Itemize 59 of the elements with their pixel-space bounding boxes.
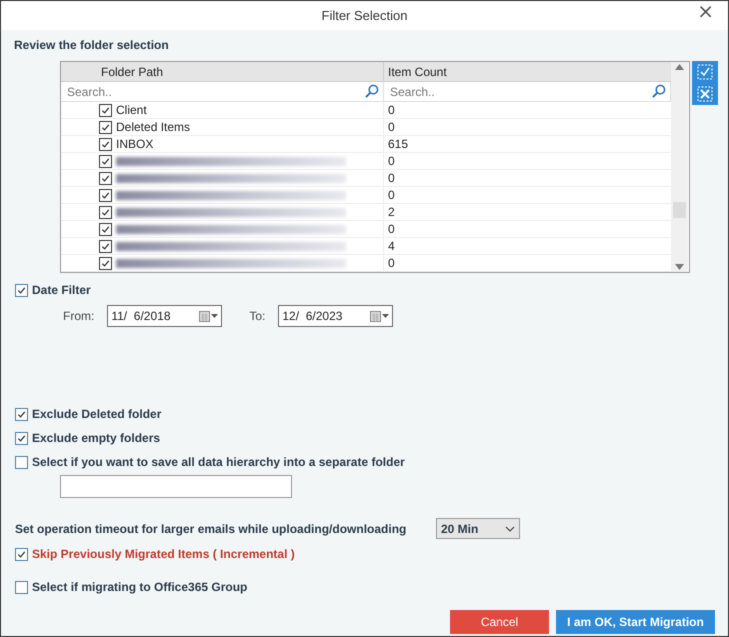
search-icon [651, 84, 666, 99]
checkbox[interactable] [15, 456, 28, 468]
item-count: 0 [387, 170, 395, 186]
folder-name: Client [116, 103, 147, 117]
window-title: Filter Selection [322, 8, 408, 23]
item-count: 4 [387, 238, 395, 254]
checkbox[interactable] [99, 206, 112, 218]
checkbox[interactable] [99, 240, 112, 252]
deselect-all-icon[interactable] [696, 85, 714, 103]
column-header[interactable]: Folder Path [61, 62, 384, 81]
item-count: 0 [387, 153, 395, 169]
date-picker[interactable]: 12/ 6/2023 [278, 305, 394, 327]
timeout-dropdown[interactable]: 20 Min [436, 518, 520, 539]
item-count: 2 [387, 204, 395, 220]
item-count: 0 [387, 221, 395, 237]
folder-name: Deleted Items [116, 120, 190, 134]
search-icon [364, 84, 379, 99]
close-button[interactable]: × [695, 1, 716, 23]
checkbox[interactable] [99, 104, 112, 116]
select-all-icon[interactable] [696, 63, 714, 81]
checkbox[interactable] [99, 172, 112, 184]
checkbox-label: Exclude Deleted folder [32, 407, 162, 421]
date-label: To: [249, 309, 266, 323]
checkbox[interactable] [15, 284, 28, 296]
checkbox[interactable] [15, 432, 28, 444]
item-count: 0 [387, 119, 395, 135]
checkbox-label: Select if migrating to Office365 Group [32, 580, 248, 594]
checkbox[interactable] [99, 222, 112, 236]
item-count: 0 [387, 187, 395, 203]
start-button[interactable]: I am OK, Start Migration [556, 610, 715, 634]
column-header[interactable]: Item Count [384, 62, 447, 81]
checkbox[interactable] [15, 548, 28, 560]
checkbox-label: Exclude empty folders [32, 431, 160, 445]
search-field[interactable]: Search.. [65, 84, 364, 100]
folder-name-field[interactable] [60, 475, 292, 498]
checkbox-label: Date Filter [32, 283, 91, 297]
checkbox[interactable] [99, 154, 112, 168]
checkbox[interactable] [99, 138, 112, 150]
caret-icon [505, 526, 515, 532]
checkbox[interactable] [99, 256, 112, 270]
scroll-up-icon[interactable] [675, 64, 684, 70]
checkbox[interactable] [15, 408, 28, 420]
folder-name: INBOX [116, 137, 154, 151]
checkbox-label: Skip Previously Migrated Items ( Incremental ) [32, 547, 295, 561]
checkbox[interactable] [99, 120, 112, 134]
scroll-down-icon[interactable] [675, 264, 684, 270]
cancel-button[interactable]: Cancel [450, 610, 549, 634]
item-count: 0 [387, 102, 395, 118]
search-field[interactable]: Search.. [388, 84, 651, 100]
item-count: 0 [387, 255, 395, 271]
checkbox[interactable] [15, 580, 28, 594]
checkbox[interactable] [99, 188, 112, 202]
date-label: From: [63, 309, 94, 323]
section-title: Review the folder selection [14, 38, 170, 52]
scrollbar[interactable] [671, 62, 688, 272]
item-count: 615 [387, 136, 408, 152]
date-picker[interactable]: 11/ 6/2018 [107, 305, 222, 327]
timeout-label: Set operation timeout for larger emails while uploading/downloading [15, 522, 408, 536]
checkbox-label: Select if you want to save all data hierarchy into a separate folder [32, 455, 405, 469]
